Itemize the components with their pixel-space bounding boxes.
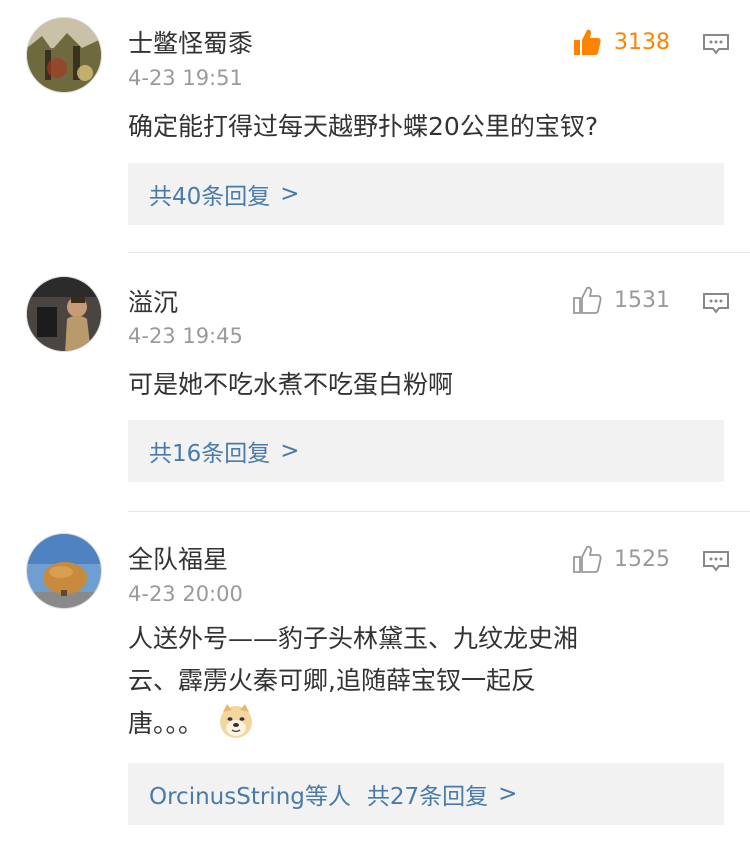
replies-count: 共40条回复: [149, 184, 271, 210]
thumbs-up-icon: [574, 29, 601, 55]
replies-link[interactable]: 共40条回复 >: [128, 163, 724, 225]
comment-reply-icon[interactable]: [702, 550, 730, 572]
timestamp: 4-23 20:00: [128, 582, 243, 606]
comment-reply-icon[interactable]: [702, 292, 730, 314]
like-count: 1525: [614, 546, 670, 572]
like-count: 1531: [614, 287, 670, 313]
comment-text-line: 云、霹雳火秦可卿,追随薛宝钗一起反: [128, 666, 536, 695]
replies-users: OrcinusString等人: [149, 784, 351, 810]
username[interactable]: 溢沉: [128, 283, 178, 319]
username[interactable]: 全队福星: [128, 540, 228, 576]
chevron-right-icon: >: [280, 438, 300, 464]
chevron-right-icon: >: [498, 781, 518, 807]
comment-item: 全队福星 4-23 20:00 1525 人送外号——豹子头林黛玉、九纹龙史湘 …: [0, 512, 750, 842]
username[interactable]: 士鳖怪蜀黍: [128, 24, 253, 60]
thumbs-up-icon: [573, 545, 602, 573]
replies-count: 共27条回复: [366, 784, 489, 810]
comment-text-line: 人送外号——豹子头林黛玉、九纹龙史湘: [128, 624, 579, 653]
chevron-right-icon: >: [280, 181, 300, 207]
like-button[interactable]: 1531: [572, 285, 670, 315]
thumbs-up-icon: [573, 286, 602, 314]
comment-item: 士鳖怪蜀黍 4-23 19:51 3138 确定能打得过每天越野扑蝶20公里的宝…: [0, 0, 750, 252]
like-button[interactable]: 1525: [572, 544, 670, 574]
comment-text-line: 可是她不吃水煮不吃蛋白粉啊: [128, 370, 454, 399]
comment-item: 溢沉 4-23 19:45 1531 可是她不吃水煮不吃蛋白粉啊 共16条回复 …: [0, 253, 750, 511]
like-count: 3138: [614, 29, 670, 55]
avatar[interactable]: [26, 276, 102, 352]
timestamp: 4-23 19:51: [128, 66, 243, 90]
comment-text: 可是她不吃水煮不吃蛋白粉啊: [128, 364, 708, 406]
replies-count: 共16条回复: [149, 441, 271, 467]
timestamp: 4-23 19:45: [128, 324, 243, 348]
comment-text-line: 确定能打得过每天越野扑蝶20公里的宝钗?: [128, 112, 599, 141]
replies-link[interactable]: 共16条回复 >: [128, 420, 724, 482]
replies-link[interactable]: OrcinusString等人 共27条回复 >: [128, 763, 724, 825]
like-button[interactable]: 3138: [572, 27, 670, 57]
avatar[interactable]: [26, 17, 102, 93]
comment-text: 确定能打得过每天越野扑蝶20公里的宝钗?: [128, 106, 708, 148]
avatar[interactable]: [26, 533, 102, 609]
comment-text-line: 唐。。。: [128, 702, 708, 745]
comment-reply-icon[interactable]: [702, 33, 730, 55]
doge-emoji: [219, 704, 252, 738]
comment-text: 人送外号——豹子头林黛玉、九纹龙史湘 云、霹雳火秦可卿,追随薛宝钗一起反 唐。。…: [128, 618, 708, 745]
